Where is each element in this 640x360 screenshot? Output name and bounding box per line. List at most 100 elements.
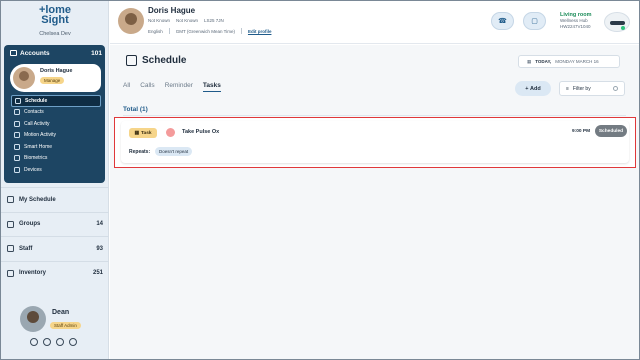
account-nav-devices[interactable]: Devices: [11, 164, 101, 176]
tab-reminder[interactable]: Reminder: [165, 82, 193, 92]
main-nav: My Schedule Groups 14 Staff 93 Inventory 25…: [1, 187, 109, 285]
nav-count: 14: [96, 221, 103, 228]
device-icon: [14, 166, 20, 173]
call-button[interactable]: ☎: [491, 12, 514, 30]
accounts-header[interactable]: Accounts 101: [10, 50, 102, 57]
accounts-count: 101: [91, 50, 102, 57]
schedule-tabs: All Calls Reminder Tasks: [123, 82, 221, 92]
nav-count: 93: [96, 245, 103, 252]
pulse-icon: [166, 128, 175, 137]
manage-badge[interactable]: Manage: [40, 77, 65, 84]
patient-header: Doris Hague Not Known Not Known LS25 7JN…: [110, 1, 639, 44]
chevron-down-icon: [613, 86, 618, 91]
edit-profile-link[interactable]: Edit profile: [248, 29, 272, 34]
account-nav-schedule[interactable]: Schedule: [11, 95, 101, 107]
date-picker[interactable]: ▦ TODAY, MONDAY MARCH 16: [518, 55, 620, 68]
groups-icon: [7, 220, 14, 228]
add-button[interactable]: + Add: [515, 81, 551, 96]
meta-age: Not Known: [176, 18, 199, 23]
app-logo[interactable]: +lome Sight: [1, 5, 109, 26]
staff-icon: [7, 245, 14, 253]
account-nav-label: Schedule: [25, 97, 48, 104]
filter-dropdown[interactable]: ≡ Filter by: [559, 81, 625, 96]
logout-icon[interactable]: [69, 338, 77, 346]
calendar-icon: [7, 196, 14, 204]
folder-icon: [10, 50, 17, 56]
current-user: Dean Staff Admin: [1, 301, 109, 359]
nav-groups[interactable]: Groups 14: [1, 211, 109, 237]
phone-icon: ☎: [498, 18, 507, 25]
sidebar: +lome Sight Chelsea Dev Accounts 101 Dor…: [1, 1, 109, 359]
meta-timezone: GMT (Greenwich Mean Time): [175, 28, 235, 34]
user-name: Dean: [52, 309, 70, 316]
contacts-icon: [14, 109, 20, 116]
account-nav-smart-home[interactable]: Smart Home: [11, 141, 101, 153]
meta-postcode: LS25 7JN: [204, 18, 224, 23]
selected-account-card[interactable]: Doris Hague Manage: [10, 64, 101, 92]
filter-icon: ≡: [566, 85, 569, 92]
account-nav-biometrics[interactable]: Biometrics: [11, 153, 101, 165]
meta-language: English: [148, 28, 163, 34]
divider: [123, 115, 626, 116]
task-type-badge: ▦ Task: [129, 128, 157, 138]
repeats-value: Doesn't repeat: [155, 147, 193, 156]
account-nav-label: Devices: [24, 166, 42, 173]
avatar: [13, 67, 35, 89]
meta-gender: Not Known: [148, 18, 171, 23]
accounts-panel: Accounts 101 Doris Hague Manage Schedule…: [4, 45, 105, 183]
tab-all[interactable]: All: [123, 82, 130, 92]
patient-meta: Not Known Not Known LS25 7JN: [148, 18, 224, 23]
nav-inventory[interactable]: Inventory 251: [1, 260, 109, 286]
filter-label: Filter by: [572, 85, 591, 92]
task-item[interactable]: ▦ Task Take Pulse Ox 9:00 PM Scheduled R…: [121, 121, 629, 163]
calendar-icon: [15, 97, 21, 104]
nav-count: 251: [92, 270, 103, 277]
message-icon: ▢: [531, 18, 538, 25]
schedule-page: Schedule ▦ TODAY, MONDAY MARCH 16 All Ca…: [110, 45, 639, 359]
task-icon: ▦: [134, 130, 139, 136]
logo-line-2: Sight: [41, 14, 69, 26]
account-nav-contacts[interactable]: Contacts: [11, 107, 101, 119]
account-nav-motion-activity[interactable]: Motion Activity: [11, 130, 101, 142]
divider: [168, 28, 170, 34]
account-nav-label: Biometrics: [24, 155, 48, 162]
device-icon: [604, 12, 630, 32]
notification-icon[interactable]: [30, 338, 38, 346]
tab-calls[interactable]: Calls: [140, 82, 154, 92]
motion-icon: [14, 132, 20, 139]
task-name: Take Pulse Ox: [182, 129, 220, 135]
account-nav-call-activity[interactable]: Call Activity: [11, 118, 101, 130]
nav-label: Staff: [19, 245, 33, 252]
page-title-text: Schedule: [142, 55, 187, 66]
phone-icon: [14, 120, 20, 127]
role-badge: Staff Admin: [50, 322, 81, 329]
accounts-label: Accounts: [20, 50, 50, 57]
patient-meta-secondary: English GMT (Greenwich Mean Time) Edit p…: [148, 28, 271, 34]
calendar-icon: ▦: [527, 58, 532, 64]
tab-tasks[interactable]: Tasks: [202, 82, 221, 92]
task-time: 9:00 PM: [572, 129, 591, 134]
settings-icon[interactable]: [43, 338, 51, 346]
add-label: Add: [530, 85, 541, 92]
account-nav-label: Motion Activity: [24, 132, 56, 139]
task-type-label: Task: [140, 130, 152, 136]
help-icon[interactable]: [56, 338, 64, 346]
patient-name: Doris Hague: [148, 6, 196, 15]
nav-staff[interactable]: Staff 93: [1, 236, 109, 261]
message-button[interactable]: ▢: [523, 12, 546, 30]
inventory-icon: [7, 269, 14, 277]
repeats-label: Repeats:: [129, 149, 151, 155]
calendar-icon: [126, 55, 137, 66]
nav-label: Inventory: [19, 270, 47, 277]
status-badge: Scheduled: [595, 125, 627, 137]
date-prefix: TODAY,: [535, 59, 552, 64]
nav-my-schedule[interactable]: My Schedule: [1, 187, 109, 212]
account-nav-label: Contacts: [24, 109, 44, 116]
device-id: HW2247V1040: [560, 24, 591, 29]
account-nav-label: Smart Home: [24, 143, 53, 150]
nav-label: Groups: [19, 221, 41, 228]
user-avatar[interactable]: [20, 306, 46, 332]
device-info[interactable]: Living room Wellness Hub HW2247V1040: [560, 12, 591, 30]
home-icon: [14, 143, 20, 150]
page-title: Schedule: [126, 55, 186, 66]
